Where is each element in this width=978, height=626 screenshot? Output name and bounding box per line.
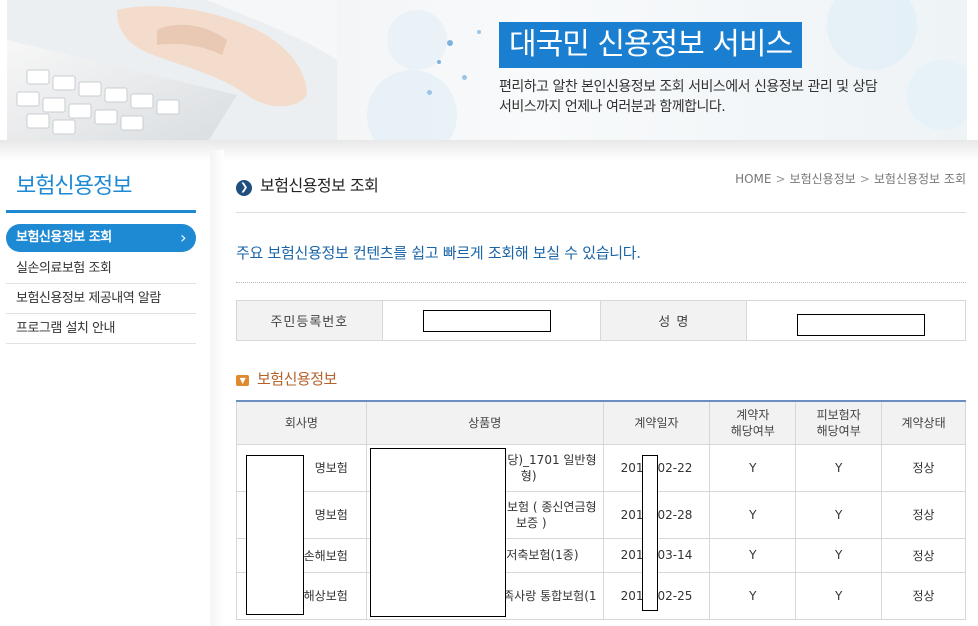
title-divider: [236, 212, 966, 213]
top-banner: 대국민 신용정보 서비스 편리하고 알찬 본인신용정보 조회 서비스에서 신용정…: [7, 0, 967, 143]
col-header-status: 계약상태: [881, 400, 966, 445]
chevron-right-icon: ›: [180, 228, 186, 247]
banner-desc-line1: 편리하고 알찬 본인신용정보 조회 서비스에서 신용정보 관리 및 상담: [499, 79, 878, 95]
status-cell: 정상: [881, 443, 966, 492]
page-title: ❯ 보험신용정보 조회: [236, 172, 379, 196]
rrn-value: [381, 300, 602, 341]
sidebar-item-provision-alarm[interactable]: 보험신용정보 제공내역 알람: [6, 284, 196, 314]
date-part: 02-25: [657, 588, 693, 603]
col-header-company: 회사명: [236, 400, 367, 445]
breadcrumb-section[interactable]: 보험신용정보: [790, 172, 856, 186]
banner-shadow: [0, 140, 978, 160]
insured-cell: Y: [795, 490, 883, 539]
date-part: 02-28: [657, 507, 693, 522]
table-row: 손해보험 저축보험(1종) 201 03-14 Y Y 정상: [236, 537, 966, 573]
col-header-insured: 피보험자 해당여부: [795, 400, 883, 445]
sidebar-item-insurance-credit-lookup[interactable]: 보험신용정보 조회 ›: [6, 224, 196, 252]
table-row: 해상보험 족사랑 통합보험(1 201 02-25 Y Y 정상: [236, 571, 966, 620]
page-title-text: 보험신용정보 조회: [260, 176, 379, 195]
arrow-circle-icon: ❯: [236, 180, 252, 196]
col-header-line: 해당여부: [816, 423, 861, 438]
sidebar-divider: [210, 150, 224, 626]
dotted-divider: [236, 282, 966, 283]
redacted-box-product: [370, 448, 506, 617]
col-header-contract-date: 계약일자: [602, 400, 711, 445]
keyboard-hands-image: [7, 0, 337, 143]
breadcrumb: HOME > 보험신용정보 > 보험신용정보 조회: [735, 170, 966, 187]
intro-text: 주요 보험신용정보 컨텐츠를 쉽고 빠르게 조회해 보실 수 있습니다.: [236, 244, 641, 262]
status-cell: 정상: [881, 490, 966, 539]
redacted-box: [797, 313, 926, 336]
section-title: ▼ 보험신용정보: [236, 368, 337, 389]
contractor-cell: Y: [709, 571, 797, 620]
date-part: 201: [620, 588, 644, 603]
sidebar-item-label: 실손의료보험 조회: [16, 261, 112, 276]
sidebar-item-medical-insurance-lookup[interactable]: 실손의료보험 조회: [6, 254, 196, 284]
banner-description: 편리하고 알찬 본인신용정보 조회 서비스에서 신용정보 관리 및 상담 서비스…: [499, 77, 919, 117]
date-part: 201: [620, 460, 644, 475]
breadcrumb-current: 보험신용정보 조회: [873, 172, 966, 186]
insured-cell: Y: [795, 571, 883, 620]
sidebar-menu: 보험신용정보 조회 › 실손의료보험 조회 보험신용정보 제공내역 알람 프로그…: [6, 224, 196, 344]
banner-desc-line2: 서비스까지 언제나 여러분과 함께합니다.: [499, 99, 726, 115]
sidebar-title: 보험신용정보: [16, 174, 132, 199]
insured-cell: Y: [795, 443, 883, 492]
table-row: 명보험 보험 ( 종신연금형 보증 ) 201 02-28 Y Y 정상: [236, 490, 966, 539]
col-header-contractor: 계약자 해당여부: [709, 400, 797, 445]
sidebar-item-label: 보험신용정보 제공내역 알람: [16, 291, 161, 306]
section-title-text: 보험신용정보: [257, 370, 337, 388]
redacted-box-date: [642, 455, 658, 611]
date-part: 03-14: [657, 548, 693, 562]
sidebar-item-label: 보험신용정보 조회: [16, 230, 112, 245]
chevron-right-icon: >: [859, 172, 870, 186]
contractor-cell: Y: [709, 443, 797, 492]
name-label: 성 명: [600, 300, 748, 341]
banner-title: 대국민 신용정보 서비스: [499, 22, 803, 68]
status-cell: 정상: [881, 537, 966, 573]
redacted-box-company: [246, 455, 304, 615]
col-header-product: 상품명: [365, 400, 604, 445]
col-header-line: 해당여부: [730, 423, 775, 438]
status-cell: 정상: [881, 571, 966, 620]
date-part: 201: [620, 507, 644, 522]
table-row: 명보험 배당)_1701 일반형 형) 201 02-22 Y Y 정상: [236, 443, 966, 492]
sidebar-item-label: 프로그램 설치 안내: [16, 321, 115, 336]
chevron-right-icon: >: [775, 172, 786, 186]
rrn-label: 주민등록번호: [236, 300, 383, 341]
date-part: 201: [620, 548, 644, 562]
redacted-box: [422, 309, 551, 332]
insured-cell: Y: [795, 537, 883, 573]
insurance-table: 회사명 상품명 계약일자 계약자 해당여부 피보험자 해당여부 계약상태 명보험…: [236, 400, 966, 620]
identity-table: 주민등록번호 성 명: [236, 300, 966, 341]
contractor-cell: Y: [709, 537, 797, 573]
sidebar-title-underline: [6, 210, 196, 213]
breadcrumb-home[interactable]: HOME: [735, 172, 771, 186]
down-arrow-box-icon: ▼: [236, 375, 249, 386]
contractor-cell: Y: [709, 490, 797, 539]
name-value: [746, 300, 966, 341]
sidebar-item-program-install[interactable]: 프로그램 설치 안내: [6, 314, 196, 344]
col-header-line: 피보험자: [816, 407, 861, 422]
col-header-line: 계약자: [736, 407, 770, 422]
date-part: 02-22: [657, 460, 693, 475]
